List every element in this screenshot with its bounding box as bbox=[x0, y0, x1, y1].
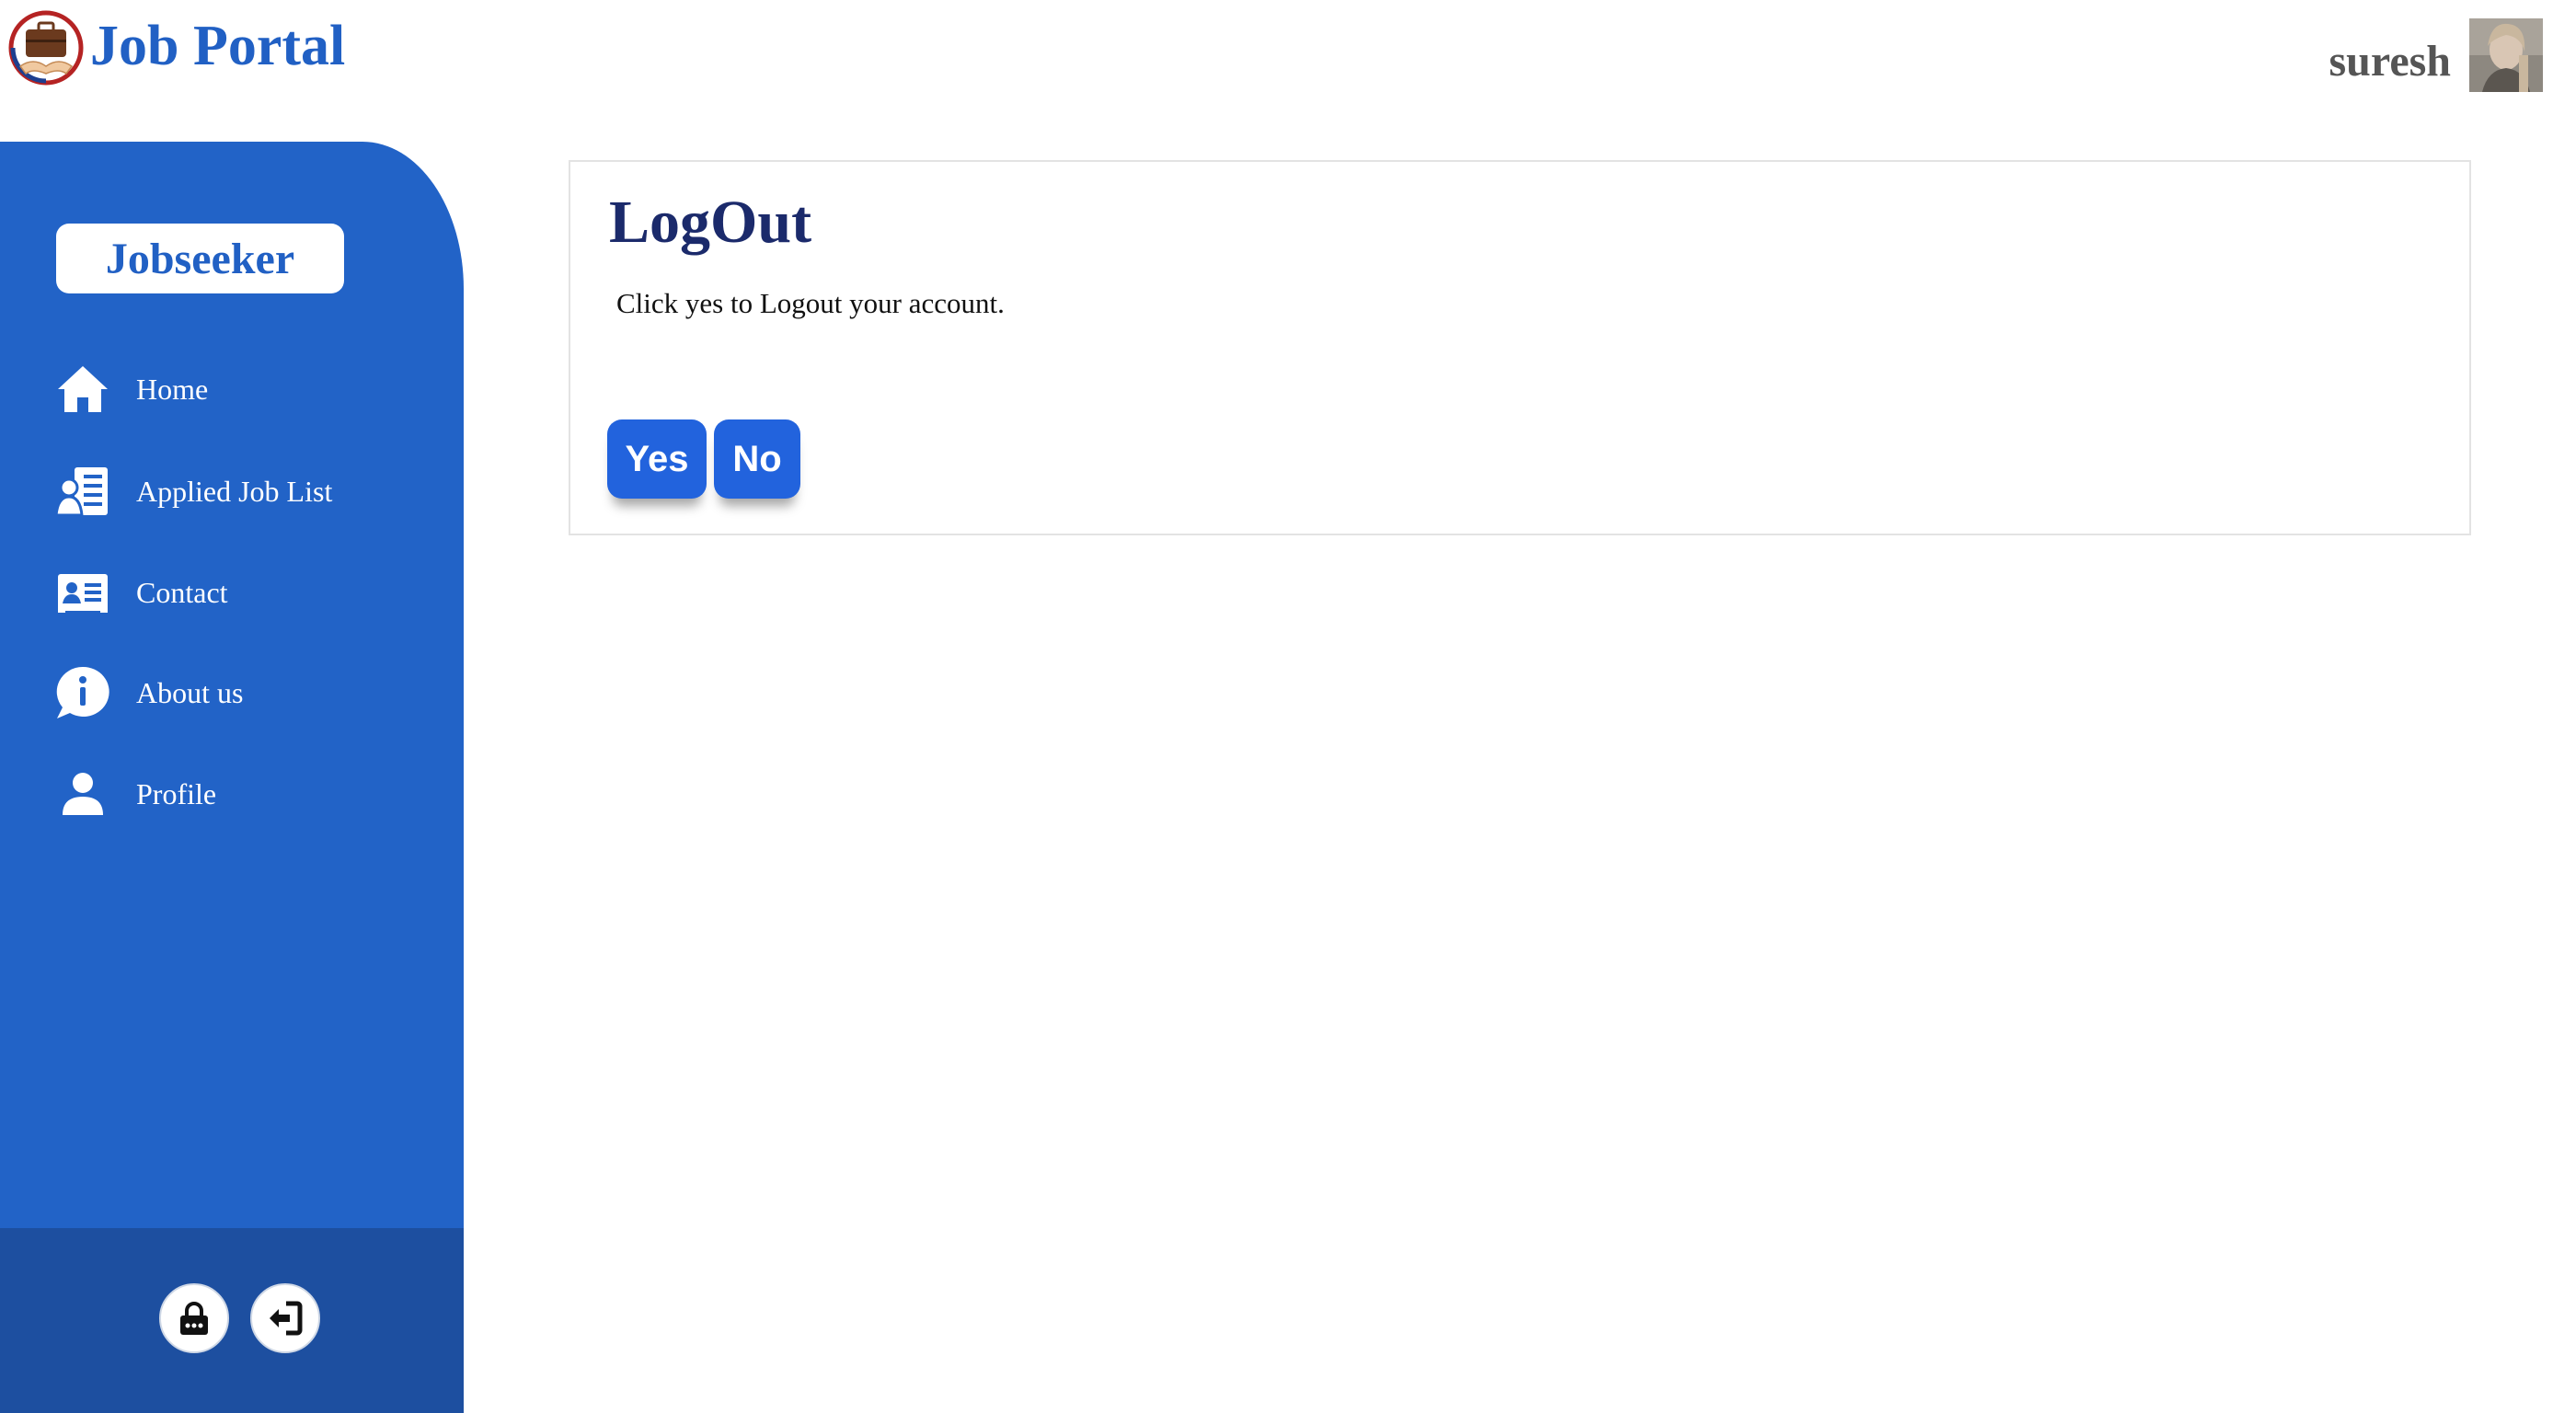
sidebar-item-about-us[interactable]: About us bbox=[53, 661, 243, 725]
logout-card: LogOut Click yes to Logout your account.… bbox=[569, 160, 2471, 535]
sidebar-item-label: Home bbox=[136, 372, 209, 406]
user-menu[interactable]: suresh bbox=[2329, 18, 2543, 92]
page-title: LogOut bbox=[609, 189, 812, 256]
sidebar-item-label: Profile bbox=[136, 776, 217, 810]
lock-icon bbox=[180, 1302, 208, 1335]
sidebar-footer bbox=[0, 1228, 464, 1413]
sidebar-item-label: About us bbox=[136, 675, 244, 709]
contact-card-icon bbox=[53, 563, 112, 622]
info-icon bbox=[53, 663, 112, 722]
job-list-icon bbox=[53, 462, 112, 521]
sidebar-item-home[interactable]: Home bbox=[53, 357, 208, 421]
briefcase-handshake-logo-icon bbox=[8, 10, 84, 86]
sidebar-item-label: Contact bbox=[136, 575, 228, 609]
role-badge: Jobseeker bbox=[56, 224, 344, 293]
app-title: Job Portal bbox=[90, 15, 346, 77]
logout-message: Click yes to Logout your account. bbox=[616, 287, 1005, 319]
sidebar-item-applied-job-list[interactable]: Applied Job List bbox=[53, 459, 332, 523]
sidebar-item-label: Applied Job List bbox=[136, 474, 333, 508]
sidebar-item-profile[interactable]: Profile bbox=[53, 762, 216, 826]
no-button[interactable]: No bbox=[714, 419, 800, 499]
user-icon bbox=[53, 764, 112, 823]
logout-button[interactable] bbox=[250, 1283, 320, 1353]
home-icon bbox=[53, 360, 112, 419]
logout-icon bbox=[270, 1301, 303, 1336]
sidebar-item-contact[interactable]: Contact bbox=[53, 560, 228, 625]
yes-button[interactable]: Yes bbox=[607, 419, 707, 499]
sidebar: Jobseeker Home Applied Job List Contact … bbox=[0, 142, 464, 1413]
avatar[interactable] bbox=[2469, 18, 2543, 92]
logo[interactable]: Job Portal bbox=[7, 9, 345, 86]
username: suresh bbox=[2329, 36, 2452, 86]
app-root: Job Portal suresh Jobseeker Home Applied… bbox=[0, 0, 2576, 1413]
lock-button[interactable] bbox=[159, 1283, 229, 1353]
